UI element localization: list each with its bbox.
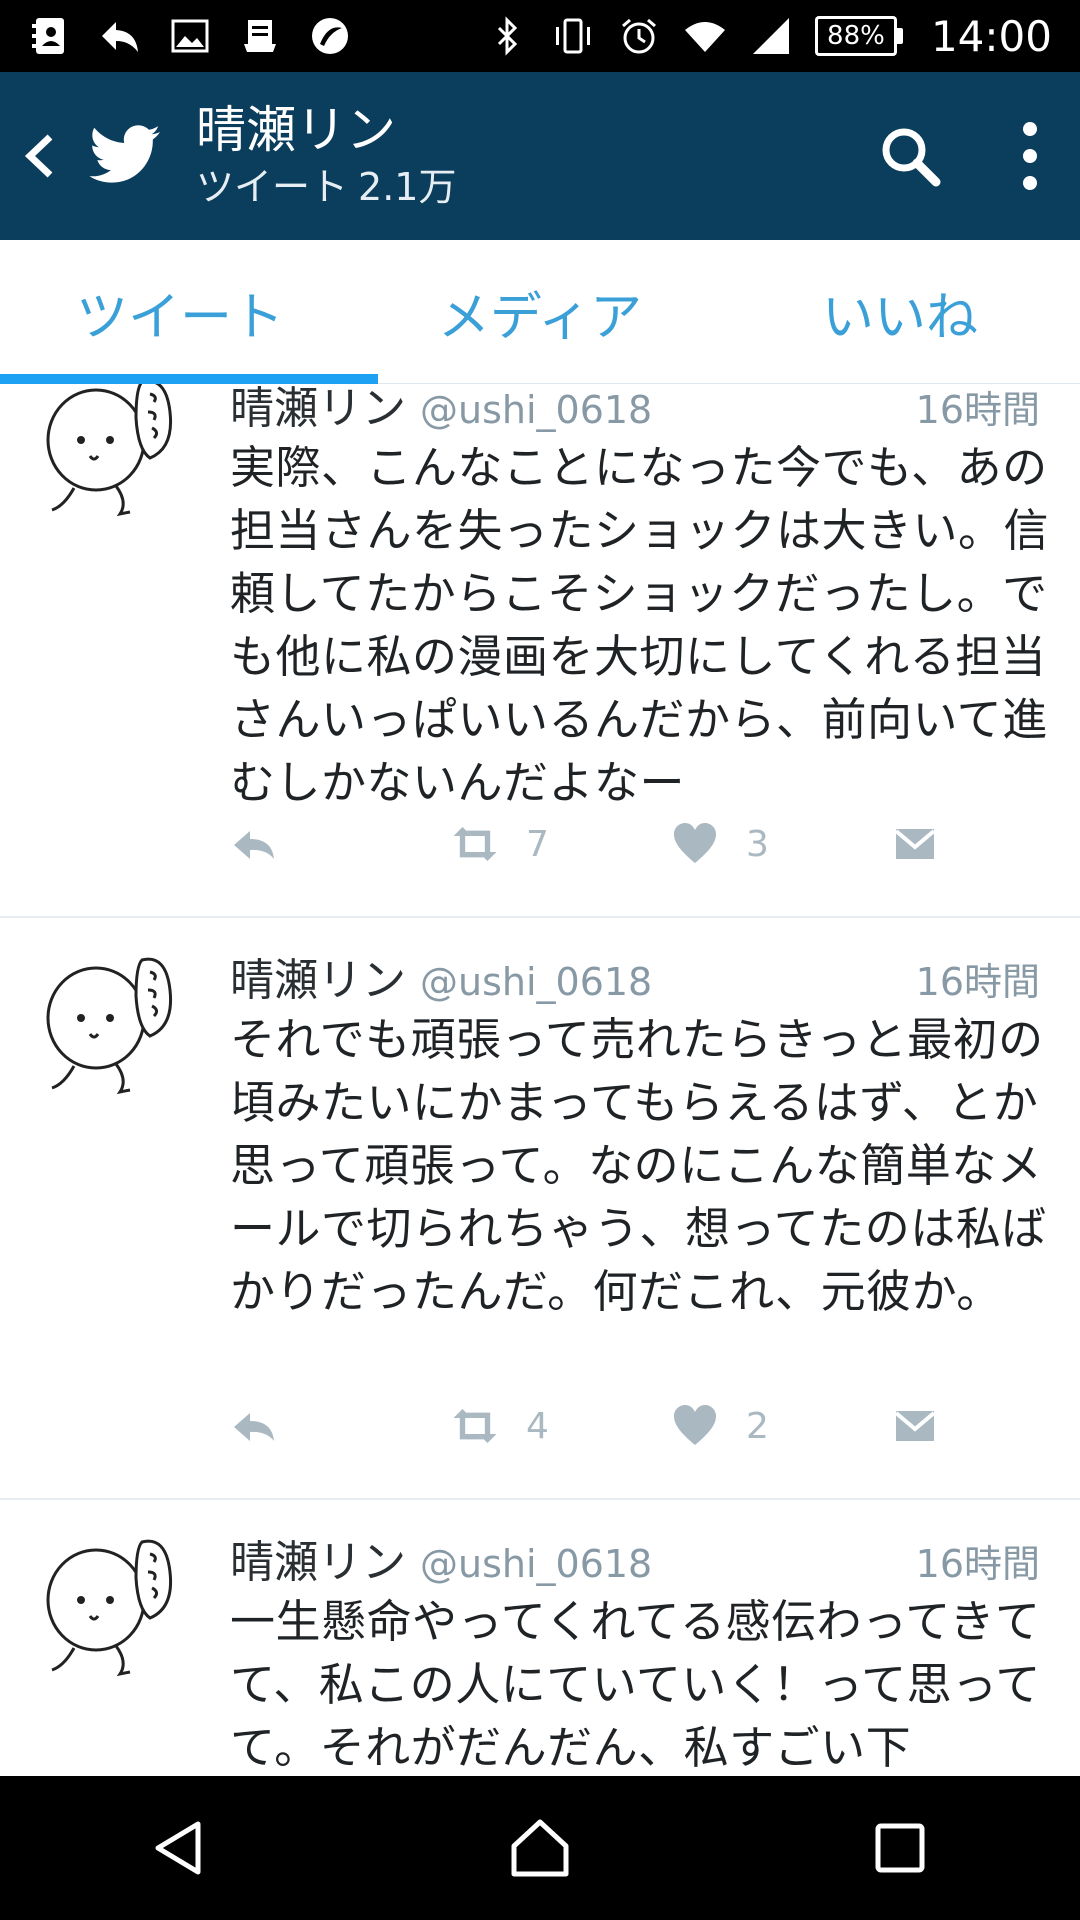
contacts-icon: [28, 14, 72, 58]
reply-icon: [234, 831, 274, 859]
cell-signal-icon: [749, 14, 793, 58]
heart-icon: [674, 1405, 716, 1445]
app-bar: 晴瀬リン ツイート 2.1万: [0, 72, 1080, 240]
image-icon: [168, 14, 212, 58]
wifi-icon: [683, 14, 727, 58]
app-bar-actions: [860, 106, 1080, 206]
tweet-author-handle[interactable]: @ushi_0618: [420, 960, 652, 1004]
system-nav-bar: [0, 1776, 1080, 1920]
nav-back-button[interactable]: [120, 1788, 240, 1908]
like-count: 2: [746, 1405, 769, 1447]
tab-media[interactable]: メディア: [360, 240, 720, 384]
reply-icon: [234, 1413, 274, 1441]
vibrate-icon: [551, 14, 595, 58]
twitter-bird-icon: [89, 125, 160, 183]
like-button[interactable]: 2: [670, 1401, 890, 1451]
reply-arrow-icon: [98, 14, 142, 58]
tweet-timestamp: 16時間: [915, 388, 1040, 432]
search-button[interactable]: [860, 106, 960, 206]
battery-tip: [896, 28, 903, 44]
tweet-text: 一生懸命やってくれてる感伝わってきてて、私この人にていていく！って思ってて。それ…: [230, 1595, 1041, 1774]
direct-message-button[interactable]: [890, 819, 940, 869]
alarm-icon: [617, 14, 661, 58]
square-recents-icon: [875, 1823, 925, 1873]
tweet-actions: 4 2: [230, 1396, 1040, 1456]
tweet-text: 実際、こんなことになった今でも、あの担当さんを失ったショックは大きい。信頼してた…: [230, 441, 1050, 809]
notification-icons: [28, 14, 352, 58]
reply-button[interactable]: [230, 819, 450, 869]
battery-percent: 88%: [827, 21, 885, 51]
retweet-button[interactable]: 4: [450, 1401, 670, 1451]
tweet-item[interactable]: 晴瀬リン @ushi_0618 16時間 実際、こんなことになった今でも、あの担…: [0, 384, 1080, 918]
tab-tweets[interactable]: ツイート: [0, 240, 378, 384]
battery-indicator: 88%: [814, 16, 903, 56]
triangle-back-icon: [155, 1821, 201, 1875]
direct-message-button[interactable]: [890, 1401, 940, 1451]
tweet-author-handle[interactable]: @ushi_0618: [420, 388, 652, 432]
bluetooth-icon: [485, 14, 529, 58]
avatar[interactable]: [34, 1522, 198, 1686]
chevron-left-icon: [24, 134, 53, 178]
avatar[interactable]: [34, 940, 198, 1104]
retweet-icon: [453, 827, 497, 861]
more-vertical-icon: [1023, 122, 1037, 190]
battery-icon: 88%: [814, 16, 897, 56]
tweet-count-label: ツイート: [196, 165, 349, 209]
nav-recents-button[interactable]: [840, 1788, 960, 1908]
avatar[interactable]: [34, 384, 198, 526]
tweet-count-value: 2.1万: [358, 165, 457, 209]
app-circle-icon: [308, 14, 352, 58]
home-icon: [511, 1819, 569, 1877]
heart-icon: [674, 823, 716, 863]
reply-button[interactable]: [230, 1401, 450, 1451]
retweet-button[interactable]: 7: [450, 819, 670, 869]
tweet-header: 晴瀬リン @ushi_0618 16時間: [230, 384, 1040, 434]
overflow-menu-button[interactable]: [1000, 106, 1060, 206]
tweet-header: 晴瀬リン @ushi_0618 16時間: [230, 1526, 1040, 1588]
tweet-count: ツイート 2.1万: [196, 161, 456, 213]
tweet-timestamp: 16時間: [915, 960, 1040, 1004]
like-button[interactable]: 3: [670, 819, 890, 869]
tweet-timeline[interactable]: 晴瀬リン @ushi_0618 16時間 実際、こんなことになった今でも、あの担…: [0, 384, 1080, 1776]
clipboard-icon: [238, 14, 282, 58]
profile-title-block: 晴瀬リン ツイート 2.1万: [196, 99, 456, 213]
tweet-header: 晴瀬リン @ushi_0618 16時間: [230, 944, 1040, 1006]
tweet-timestamp: 16時間: [915, 1542, 1040, 1586]
profile-tabs: ツイート メディア いいね: [0, 240, 1080, 384]
envelope-icon: [894, 829, 936, 859]
like-count: 3: [746, 823, 769, 865]
tab-likes[interactable]: いいね: [720, 240, 1080, 384]
tweet-item[interactable]: 晴瀬リン @ushi_0618 16時間 それでも頑張って売れたらきっと最初の頃…: [0, 918, 1080, 1500]
tweet-author-name[interactable]: 晴瀬リン: [230, 1526, 406, 1590]
envelope-icon: [894, 1411, 936, 1441]
tweet-author-name[interactable]: 晴瀬リン: [230, 384, 406, 436]
tweet-actions: 7 3: [230, 814, 1040, 874]
status-bar: 88% 14:00: [0, 0, 1080, 72]
system-icons: 88% 14:00: [485, 12, 1052, 61]
back-button[interactable]: [0, 72, 80, 240]
retweet-count: 7: [526, 823, 549, 865]
retweet-icon: [453, 1409, 497, 1443]
tweet-text: それでも頑張って売れたらきっと最初の頃みたいにかまってもらえるはず、とか思って頑…: [230, 1013, 1047, 1318]
status-clock: 14:00: [930, 11, 1052, 61]
nav-home-button[interactable]: [480, 1788, 600, 1908]
tweet-author-name[interactable]: 晴瀬リン: [230, 944, 406, 1008]
retweet-count: 4: [526, 1405, 549, 1447]
search-icon: [882, 128, 941, 187]
profile-name: 晴瀬リン: [196, 101, 396, 159]
tweet-author-handle[interactable]: @ushi_0618: [420, 1542, 652, 1586]
tweet-item[interactable]: 晴瀬リン @ushi_0618 16時間 一生懸命やってくれてる感伝わってきてて…: [0, 1500, 1080, 1776]
